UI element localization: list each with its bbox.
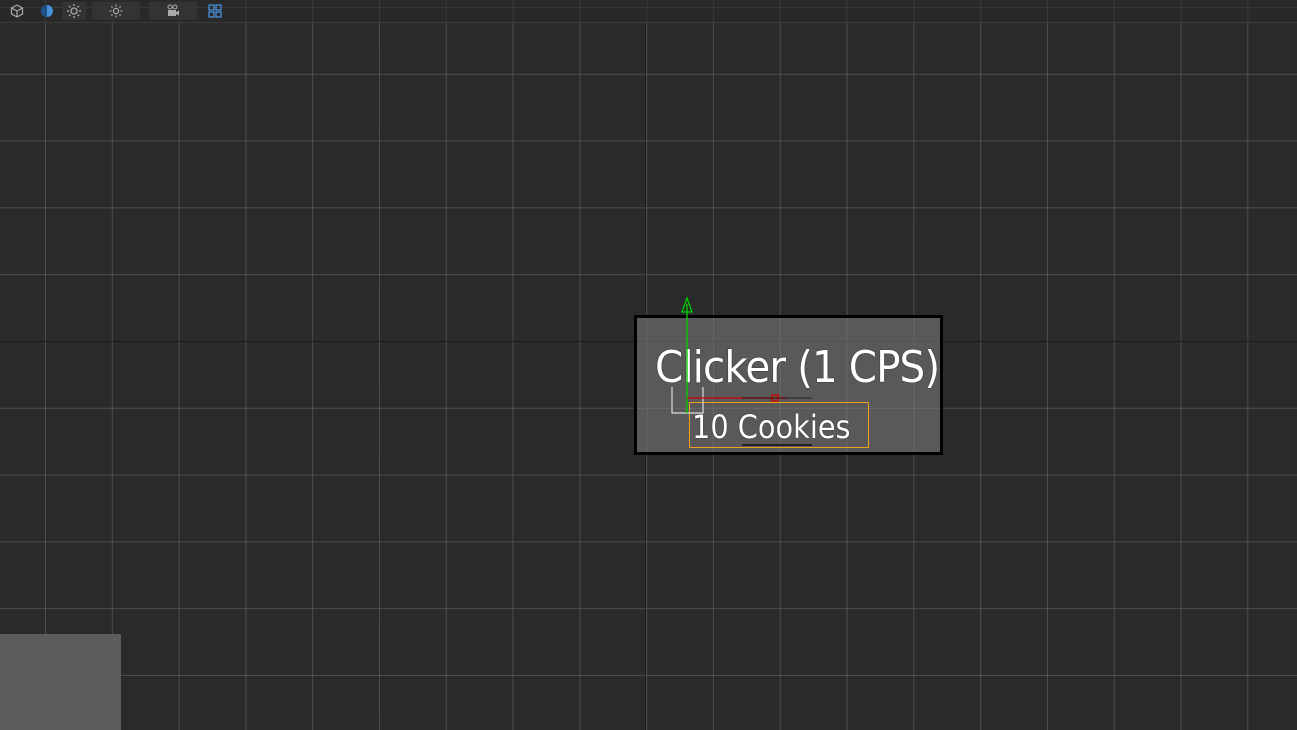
clicker-panel[interactable]: Clicker (1 CPS) 10 Cookies [634,315,943,455]
shading-mode-icon[interactable] [36,2,58,20]
cookie-count-text: 10 Cookies [692,408,851,446]
light-settings-icon[interactable] [92,2,140,20]
grid-layout-icon[interactable] [205,2,225,20]
clicker-title-label[interactable]: Clicker (1 CPS) [655,336,940,400]
viewport-toolbar [0,0,1297,23]
cookie-count-label-selected[interactable]: 10 Cookies [689,402,869,448]
view-cube-icon[interactable] [6,2,28,20]
camera-settings-icon[interactable] [149,2,197,20]
sun-light-icon[interactable] [62,2,86,20]
corner-preview-panel [0,634,121,730]
y-axis-arrow-icon [681,296,693,313]
scene-viewport[interactable]: Clicker (1 CPS) 10 Cookies [0,0,1297,730]
